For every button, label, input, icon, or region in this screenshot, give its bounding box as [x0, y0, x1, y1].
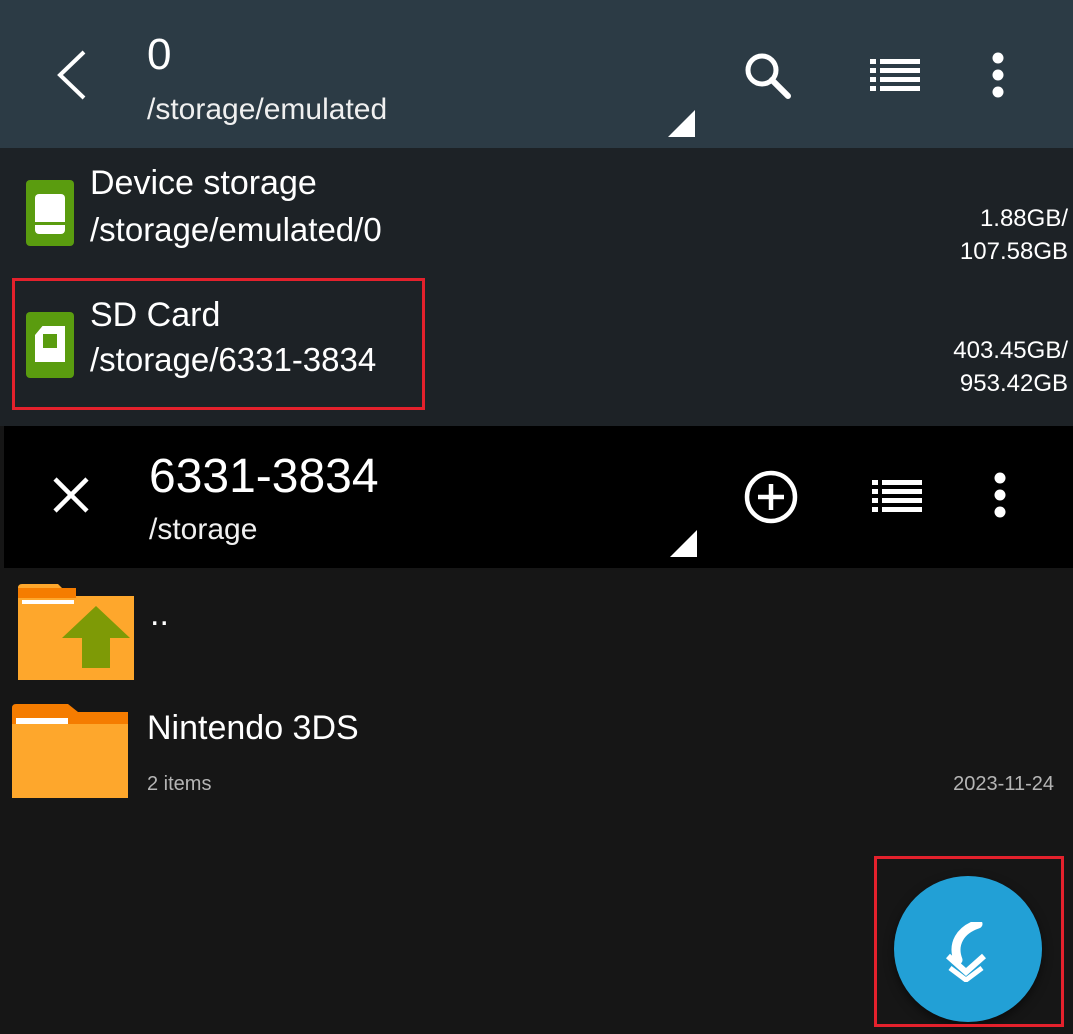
file-name: ..: [150, 595, 169, 633]
folder-path: /storage/emulated: [147, 93, 388, 126]
path-dropdown-corner-icon[interactable]: [670, 530, 697, 557]
back-icon[interactable]: [52, 48, 92, 102]
add-circle-icon[interactable]: [743, 469, 799, 525]
storage-item-device[interactable]: Device storage /storage/emulated/0 1.88G…: [0, 150, 1073, 280]
list-item-parent-folder[interactable]: ..: [0, 580, 1073, 690]
folder-icon: [12, 704, 128, 798]
file-date: 2023-11-24: [953, 773, 1054, 795]
storage-name: Device storage: [90, 164, 317, 202]
pane-path: /storage: [149, 513, 258, 546]
storage-used: 403.45GB/: [953, 337, 1068, 364]
highlight-box-sd-card: [12, 278, 425, 410]
list-item-folder[interactable]: Nintendo 3DS 2 items 2023-11-24: [0, 696, 1073, 814]
folder-title: 0: [147, 30, 172, 79]
more-vert-icon[interactable]: [988, 52, 1008, 98]
list-view-icon[interactable]: [870, 59, 922, 91]
file-name: Nintendo 3DS: [147, 709, 359, 747]
top-app-bar: 0 /storage/emulated: [0, 0, 1073, 148]
close-icon[interactable]: [52, 476, 90, 514]
more-vert-icon[interactable]: [990, 472, 1010, 518]
list-view-icon[interactable]: [872, 480, 924, 512]
highlight-box-fab: [874, 856, 1064, 1027]
pane-title: 6331-3834: [149, 450, 379, 503]
folder-up-icon: [18, 584, 134, 680]
storage-total: 107.58GB: [959, 238, 1068, 265]
search-icon[interactable]: [742, 50, 794, 102]
phone-storage-icon: [26, 180, 74, 246]
path-dropdown-corner-icon[interactable]: [668, 110, 695, 137]
storage-total: 953.42GB: [959, 370, 1068, 397]
storage-used: 1.88GB/: [979, 205, 1068, 232]
storage-path: /storage/emulated/0: [90, 211, 382, 248]
file-item-count: 2 items: [147, 773, 212, 795]
